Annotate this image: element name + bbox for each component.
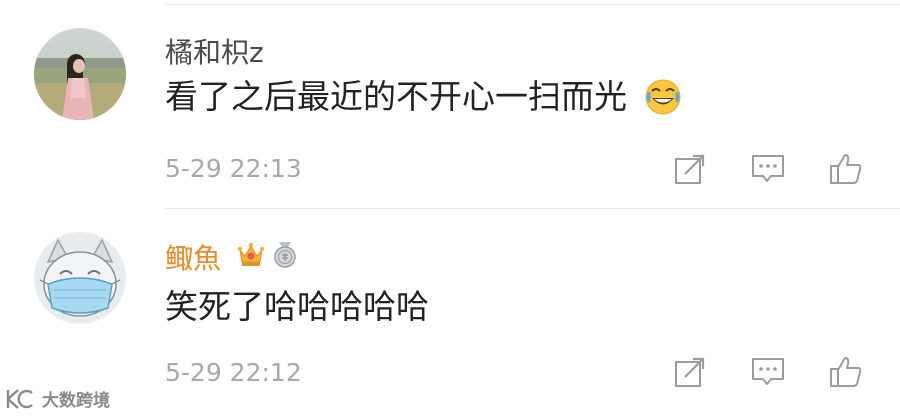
comment-text: 笑死了哈哈哈哈哈 bbox=[165, 286, 429, 328]
like-button[interactable] bbox=[826, 352, 866, 392]
reply-icon bbox=[752, 358, 784, 385]
avatar[interactable] bbox=[34, 28, 126, 120]
laughing-tears-emoji bbox=[643, 77, 683, 117]
crown-vip-badge[interactable] bbox=[236, 240, 266, 272]
comment-list: 橘和枳z 看了之后最近的不开心一扫而光 5-29 22:13 鲰魚 笑死了哈哈哈… bbox=[0, 0, 900, 417]
share-button[interactable] bbox=[670, 352, 710, 392]
like-icon bbox=[830, 154, 862, 184]
timestamp: 5-29 22:12 bbox=[165, 358, 302, 387]
like-button[interactable] bbox=[826, 149, 866, 189]
comment-text-content: 笑死了哈哈哈哈哈 bbox=[165, 287, 429, 326]
share-button[interactable] bbox=[670, 149, 710, 189]
like-icon bbox=[830, 357, 862, 387]
user-badges bbox=[236, 240, 298, 272]
avatar[interactable] bbox=[34, 232, 126, 324]
watermark: 大数跨境 bbox=[4, 386, 110, 411]
medal-badge[interactable] bbox=[272, 240, 298, 272]
reply-button[interactable] bbox=[748, 352, 788, 392]
k-logo-icon bbox=[6, 388, 33, 409]
watermark-text: 大数跨境 bbox=[42, 391, 110, 411]
comment-item: 橘和枳z 看了之后最近的不开心一扫而光 5-29 22:13 bbox=[0, 0, 900, 208]
username[interactable]: 橘和枳z bbox=[165, 36, 264, 70]
comment-text: 看了之后最近的不开心一扫而光 bbox=[165, 76, 683, 118]
comment-text-content: 看了之后最近的不开心一扫而光 bbox=[165, 77, 627, 116]
share-icon bbox=[675, 154, 705, 184]
reply-button[interactable] bbox=[748, 149, 788, 189]
reply-icon bbox=[752, 155, 784, 182]
share-icon bbox=[675, 357, 705, 387]
timestamp: 5-29 22:13 bbox=[165, 154, 302, 183]
comment-item: 鲰魚 笑死了哈哈哈哈哈 5-29 22:12 bbox=[0, 208, 900, 417]
username[interactable]: 鲰魚 bbox=[165, 242, 221, 276]
